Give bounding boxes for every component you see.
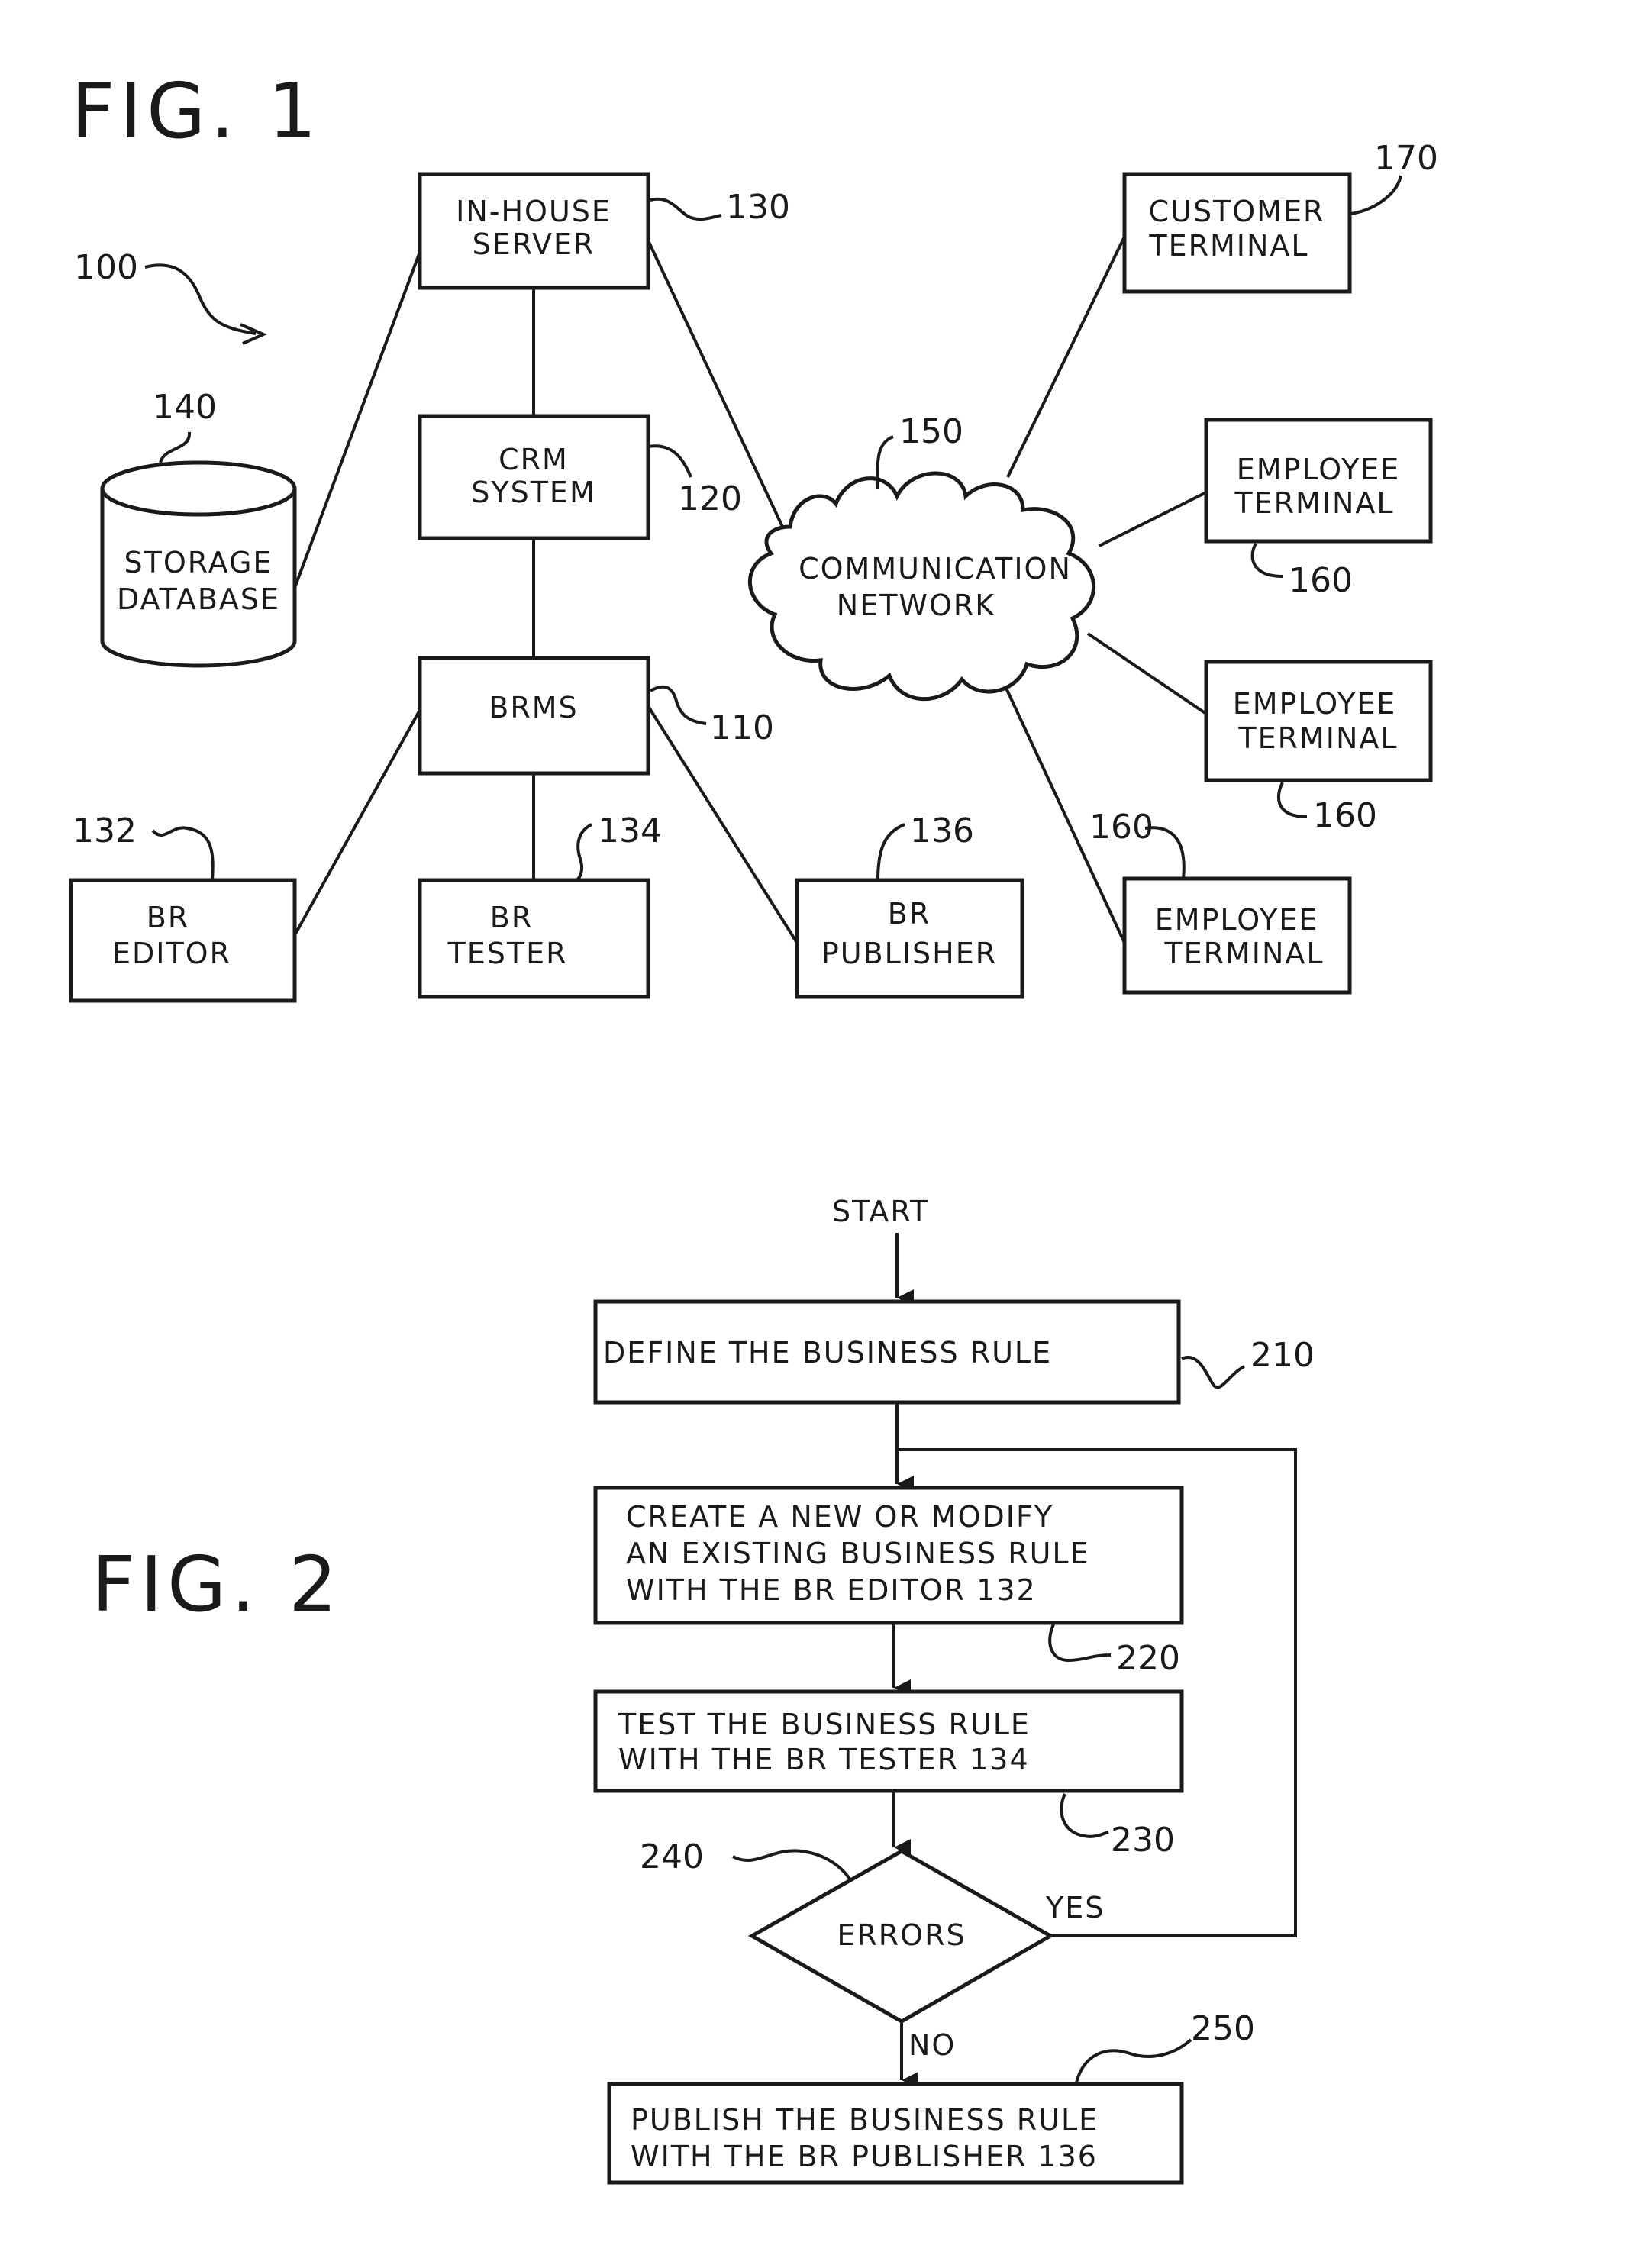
fig2-title: FIG. 2 xyxy=(92,1540,342,1629)
node-label: IN-HOUSE xyxy=(456,195,611,228)
ref-leader xyxy=(1060,1793,1109,1838)
employee-terminal-node: EMPLOYEE TERMINAL 160 xyxy=(1089,808,1352,995)
br-editor-node: BR EDITOR 132 xyxy=(69,811,297,1003)
node-label: BR xyxy=(490,901,533,934)
node-label: EMPLOYEE xyxy=(1233,687,1397,721)
step-label: WITH THE BR TESTER 134 xyxy=(618,1743,1030,1776)
step-create: CREATE A NEW OR MODIFY AN EXISTING BUSIN… xyxy=(593,1486,1184,1678)
employee-terminal-node: EMPLOYEE TERMINAL 160 xyxy=(1204,660,1433,835)
decision-errors: ERRORS 240 YES NO xyxy=(640,1837,1105,2062)
step-label: TEST THE BUSINESS RULE xyxy=(618,1708,1031,1741)
no-label: NO xyxy=(908,2028,956,2062)
ref-leader xyxy=(1276,782,1308,818)
ref-130: 130 xyxy=(726,188,790,227)
br-tester-node: BR TESTER 134 xyxy=(418,811,662,999)
figure-2: FIG. 2 START DEFINE THE BUSINESS RULE 21… xyxy=(92,1195,1315,2185)
ref-leader xyxy=(1048,1624,1112,1663)
node-label: DATABASE xyxy=(117,582,280,616)
ref-leader xyxy=(1350,175,1402,215)
ref-leader xyxy=(159,431,192,463)
ref-leader xyxy=(1075,2038,1192,2083)
node-label: BR xyxy=(888,897,931,931)
node-label: EMPLOYEE xyxy=(1155,903,1319,937)
ref-136: 136 xyxy=(910,811,974,850)
node-label: CUSTOMER xyxy=(1149,195,1325,228)
step-label: PUBLISH THE BUSINESS RULE xyxy=(631,2103,1099,2137)
ref-170: 170 xyxy=(1374,139,1438,178)
yes-label: YES xyxy=(1045,1891,1105,1924)
step-label: AN EXISTING BUSINESS RULE xyxy=(626,1537,1090,1570)
step-define: DEFINE THE BUSINESS RULE 210 xyxy=(593,1299,1315,1405)
ref-leader xyxy=(650,197,722,221)
communication-network-node: COMMUNICATION NETWORK 150 xyxy=(748,412,1095,702)
line-network-employee-1 xyxy=(1099,491,1207,547)
fig1-title: FIG. 1 xyxy=(71,66,321,156)
node-label: EMPLOYEE xyxy=(1237,453,1401,486)
ref-250: 250 xyxy=(1191,2009,1255,2048)
ref-240: 240 xyxy=(640,1837,704,1876)
crm-system-node: CRM SYSTEM 120 xyxy=(418,414,742,540)
node-label: STORAGE xyxy=(124,546,273,579)
storage-database-node: STORAGE DATABASE 140 xyxy=(100,388,297,668)
node-label: SERVER xyxy=(473,227,595,261)
ref-leader xyxy=(647,444,692,478)
node-label: BR xyxy=(147,901,189,934)
node-label: SYSTEM xyxy=(471,476,595,509)
ref-132: 132 xyxy=(73,811,137,850)
ref-134: 134 xyxy=(598,811,662,850)
node-label: EDITOR xyxy=(112,937,231,970)
ref-160: 160 xyxy=(1089,808,1153,847)
start-label: START xyxy=(832,1195,929,1228)
in-house-server-node: IN-HOUSE SERVER 130 xyxy=(418,172,790,290)
step-label: WITH THE BR EDITOR 132 xyxy=(626,1573,1037,1607)
customer-terminal-node: CUSTOMER TERMINAL 170 xyxy=(1122,139,1438,294)
node-label: CRM xyxy=(499,443,569,476)
step-label: WITH THE BR PUBLISHER 136 xyxy=(631,2140,1098,2173)
ref-110: 110 xyxy=(710,708,774,747)
step-label: CREATE A NEW OR MODIFY xyxy=(626,1500,1053,1534)
decision-label: ERRORS xyxy=(837,1918,966,1952)
employee-terminal-node: EMPLOYEE TERMINAL 160 xyxy=(1204,418,1433,600)
node-label: TERMINAL xyxy=(1148,229,1308,263)
step-test: TEST THE BUSINESS RULE WITH THE BR TESTE… xyxy=(593,1689,1184,1860)
ref-160: 160 xyxy=(1289,561,1353,600)
ref-leader xyxy=(151,826,215,881)
ref-210: 210 xyxy=(1250,1336,1315,1375)
node-label: PUBLISHER xyxy=(821,937,997,970)
ref-160: 160 xyxy=(1313,796,1377,835)
brms-node: BRMS 110 xyxy=(418,656,774,776)
line-brms-editor xyxy=(293,709,421,936)
node-label: TERMINAL xyxy=(1234,486,1394,520)
line-network-customer xyxy=(1006,236,1126,478)
node-label: BRMS xyxy=(489,691,578,724)
ref-leader xyxy=(650,685,707,725)
node-label: TERMINAL xyxy=(1163,937,1324,970)
node-label: TESTER xyxy=(447,937,568,970)
ref-220: 220 xyxy=(1116,1639,1180,1678)
node-label: NETWORK xyxy=(837,589,995,622)
ref-230: 230 xyxy=(1111,1821,1175,1860)
ref-leader xyxy=(575,823,593,882)
line-network-employee-2 xyxy=(1086,632,1208,715)
step-label: DEFINE THE BUSINESS RULE xyxy=(603,1336,1052,1369)
line-server-database xyxy=(293,251,421,589)
ref-120: 120 xyxy=(678,479,742,518)
ref-leader xyxy=(876,823,905,881)
cloud-icon xyxy=(748,471,1095,702)
ref-140: 140 xyxy=(153,388,217,427)
node-label: COMMUNICATION xyxy=(799,552,1072,586)
ref-100: 100 xyxy=(74,248,138,287)
node-label: TERMINAL xyxy=(1237,721,1398,755)
ref-leader xyxy=(1250,543,1283,578)
ref-leader xyxy=(732,1849,853,1882)
ref-leader xyxy=(1181,1356,1245,1389)
ref-150: 150 xyxy=(899,412,963,451)
patent-figures: FIG. 1 100 IN-HOUSE SERVER 130 CRM SYSTE… xyxy=(69,66,1438,2185)
br-publisher-node: BR PUBLISHER 136 xyxy=(795,811,1024,999)
figure-1: FIG. 1 100 IN-HOUSE SERVER 130 CRM SYSTE… xyxy=(69,66,1438,1003)
ref-100-leader xyxy=(144,263,257,335)
